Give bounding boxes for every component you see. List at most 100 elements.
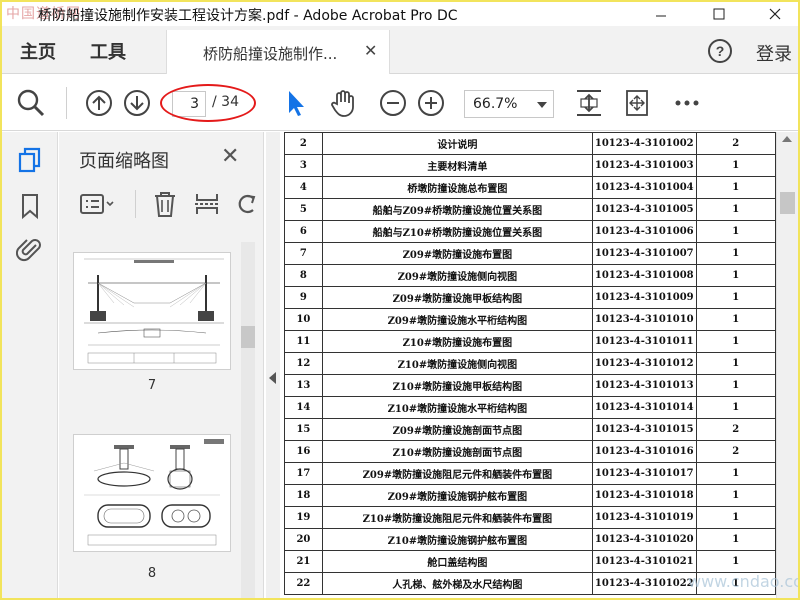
thumbnail-scrollbar-thumb[interactable] — [241, 326, 255, 348]
row-number: 17 — [284, 462, 323, 485]
close-window-button[interactable] — [752, 2, 798, 26]
table-row: 14 Z10#墩防撞设施水平桁结构图 10123-4-3101014 1 — [284, 396, 776, 419]
trash-icon[interactable] — [151, 190, 179, 218]
row-number: 6 — [284, 220, 323, 243]
drawing-name: 设计说明 — [321, 132, 593, 155]
row-number: 10 — [284, 308, 323, 331]
zoom-out-icon[interactable] — [378, 88, 408, 118]
drawing-name: Z09#墩防撞设施钢护舷布置图 — [321, 484, 593, 507]
row-number: 9 — [284, 286, 323, 309]
bookmark-icon[interactable] — [16, 192, 44, 220]
previous-page-icon[interactable] — [84, 88, 114, 118]
minimize-button[interactable] — [638, 2, 684, 26]
sheet-count: 1 — [695, 308, 776, 331]
close-icon — [769, 8, 781, 20]
row-number: 20 — [284, 528, 323, 551]
page-thumbnails-icon[interactable] — [16, 146, 44, 174]
thumbnail-options-icon[interactable] — [79, 190, 119, 218]
title-bar: 中国道桥网 桥防船撞设施制作安装工程设计方案.pdf - Adobe Acrob… — [2, 2, 798, 26]
drawing-code: 10123-4-3101017 — [591, 462, 697, 485]
next-page-icon[interactable] — [122, 88, 152, 118]
drawing-code: 10123-4-3101005 — [591, 198, 697, 221]
toolbar: 3 / 34 66.7% — [2, 75, 798, 131]
row-number: 15 — [284, 418, 323, 441]
sheet-count: 1 — [695, 264, 776, 287]
row-number: 7 — [284, 242, 323, 265]
table-row: 11 Z10#墩防撞设施布置图 10123-4-3101011 1 — [284, 330, 776, 353]
drawing-name: 船舶与Z09#桥墩防撞设施位置关系图 — [321, 198, 593, 221]
search-icon[interactable] — [16, 88, 46, 118]
drawing-code: 10123-4-3101013 — [591, 374, 697, 397]
row-number: 13 — [284, 374, 323, 397]
thumbnail-page-label: 8 — [147, 566, 157, 581]
tab-home[interactable]: 主页 — [20, 38, 56, 64]
table-row: 19 Z10#墩防撞设施阻尼元件和舾装件布置图 10123-4-3101019 1 — [284, 506, 776, 529]
left-rail — [2, 132, 58, 598]
table-row: 4 桥墩防撞设施总布置图 10123-4-3101004 1 — [284, 176, 776, 199]
tab-tools[interactable]: 工具 — [90, 38, 126, 64]
drawing-code: 10123-4-3101016 — [591, 440, 697, 463]
maximize-button[interactable] — [696, 2, 742, 26]
table-row: 9 Z09#墩防撞设施甲板结构图 10123-4-3101009 1 — [284, 286, 776, 309]
fit-page-icon[interactable] — [574, 88, 604, 118]
drawing-name: Z09#墩防撞设施甲板结构图 — [321, 286, 593, 309]
drawing-name: Z09#墩防撞设施侧向视图 — [321, 264, 593, 287]
sheet-count: 1 — [695, 176, 776, 199]
full-screen-icon[interactable] — [622, 88, 652, 118]
chevron-left-icon — [269, 372, 276, 384]
login-button[interactable]: 登录 — [756, 40, 792, 66]
drawing-name: 主要材料清单 — [321, 154, 593, 177]
document-scrollbar-thumb[interactable] — [780, 192, 795, 214]
zoom-in-icon[interactable] — [416, 88, 446, 118]
table-row: 8 Z09#墩防撞设施侧向视图 10123-4-3101008 1 — [284, 264, 776, 287]
panel-toolbar — [59, 182, 264, 228]
rotate-icon[interactable] — [233, 190, 261, 218]
panel-title: 页面缩略图 — [79, 151, 169, 172]
attachment-icon[interactable] — [16, 236, 44, 264]
sheet-count: 2 — [695, 440, 776, 463]
page-thumbnail[interactable] — [73, 252, 231, 370]
drawing-name: 舱口盖结构图 — [321, 550, 593, 573]
drawing-name: Z10#墩防撞设施阻尼元件和舾装件布置图 — [321, 506, 593, 529]
drawing-code: 10123-4-3101014 — [591, 396, 697, 419]
document-scrollbar[interactable] — [776, 132, 798, 598]
panel-separator — [135, 190, 136, 218]
row-number: 8 — [284, 264, 323, 287]
document-view[interactable]: 2 设计说明 10123-4-3101002 2 3 主要材料清单 10123-4-3101… — [280, 132, 776, 598]
panel-collapse-handle[interactable] — [266, 132, 280, 598]
select-cursor-icon[interactable] — [282, 88, 312, 118]
sheet-count: 1 — [695, 374, 776, 397]
drawing-code: 10123-4-3101015 — [591, 418, 697, 441]
close-tab-icon[interactable]: ✕ — [364, 41, 377, 60]
table-row: 5 船舶与Z09#桥墩防撞设施位置关系图 10123-4-3101005 1 — [284, 198, 776, 221]
zoom-select[interactable]: 66.7% — [464, 90, 554, 118]
svg-text:?: ? — [716, 43, 725, 59]
drawing-name: Z10#墩防撞设施剖面节点图 — [321, 440, 593, 463]
toolbar-separator — [66, 87, 67, 119]
drawing-code: 10123-4-3101011 — [591, 330, 697, 353]
sheet-count: 1 — [695, 352, 776, 375]
sheet-count: 2 — [695, 418, 776, 441]
row-number: 3 — [284, 154, 323, 177]
scroll-up-icon[interactable] — [782, 136, 792, 142]
drawing-code: 10123-4-3101020 — [591, 528, 697, 551]
row-number: 14 — [284, 396, 323, 419]
row-number: 21 — [284, 550, 323, 573]
row-number: 22 — [284, 572, 323, 595]
thumbnail-panel: 页面缩略图 ✕ 7 8 — [59, 132, 264, 598]
sheet-count: 1 — [695, 550, 776, 573]
close-panel-icon[interactable]: ✕ — [221, 144, 239, 169]
table-row: 20 Z10#墩防撞设施钢护舷布置图 10123-4-3101020 1 — [284, 528, 776, 551]
hand-tool-icon[interactable] — [328, 88, 358, 118]
help-icon[interactable]: ? — [707, 38, 733, 64]
thumbnail-scrollbar[interactable] — [241, 242, 255, 598]
tab-document[interactable]: 桥防船撞设施制作... ✕ — [166, 30, 390, 74]
page-thumbnail[interactable] — [73, 434, 231, 552]
drawing-code: 10123-4-3101012 — [591, 352, 697, 375]
insert-page-icon[interactable] — [193, 190, 221, 218]
zoom-value: 66.7% — [473, 96, 518, 112]
row-number: 5 — [284, 198, 323, 221]
more-options-icon[interactable] — [672, 88, 702, 118]
app-window: 中国道桥网 桥防船撞设施制作安装工程设计方案.pdf - Adobe Acrob… — [0, 0, 800, 600]
drawing-list-table: 2 设计说明 10123-4-3101002 2 3 主要材料清单 10123-4-3101… — [284, 132, 776, 595]
